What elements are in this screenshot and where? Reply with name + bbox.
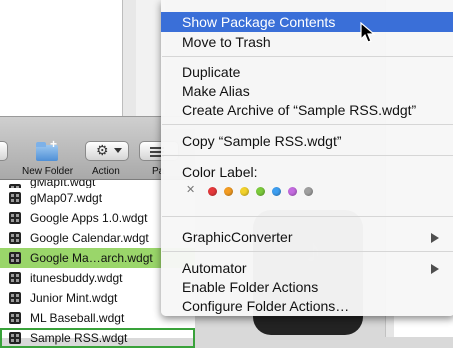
new-folder-label: New Folder <box>22 166 74 177</box>
file-name: Sample RSS.wdgt <box>30 331 128 345</box>
widget-file-icon <box>9 272 21 284</box>
menu-separator <box>162 216 453 217</box>
action-button[interactable]: ⚙ <box>85 141 129 161</box>
mouse-pointer-icon <box>360 22 376 43</box>
no-color-icon[interactable]: ✕ <box>186 183 195 196</box>
menu-item-copy[interactable]: Copy “Sample RSS.wdgt” <box>161 131 453 151</box>
submenu-arrow-icon <box>431 233 439 243</box>
menu-separator <box>162 124 453 125</box>
menu-item-duplicate[interactable]: Duplicate <box>161 62 453 82</box>
menu-item-configure-folder-actions[interactable]: Configure Folder Actions… <box>161 296 453 316</box>
file-name: gMapIt.wdgt <box>30 180 96 188</box>
widget-file-icon <box>9 232 21 244</box>
gear-icon: ⚙ <box>96 142 109 158</box>
menu-item-graphicconverter[interactable]: GraphicConverter <box>161 227 453 247</box>
widget-file-icon <box>9 252 21 264</box>
automator-label: Automator <box>182 260 247 276</box>
color-label-heading: Color Label: <box>182 164 258 180</box>
file-name: itunesbuddy.wdgt <box>30 271 123 285</box>
widget-file-icon <box>9 332 21 344</box>
file-name: Google Apps 1.0.wdgt <box>30 211 148 225</box>
menu-item-move-to-trash[interactable]: Move to Trash <box>161 32 453 52</box>
chevron-down-icon <box>114 148 122 153</box>
color-dot-gray[interactable] <box>304 187 313 196</box>
menu-item-make-alias[interactable]: Make Alias <box>161 81 453 101</box>
file-name: gMap07.wdgt <box>30 191 103 205</box>
action-label: Action <box>92 166 120 177</box>
color-dot-orange[interactable] <box>224 187 233 196</box>
nav-back-button[interactable] <box>0 141 8 161</box>
menu-item-show-package-contents[interactable]: Show Package Contents <box>161 12 453 32</box>
color-dot-blue[interactable] <box>272 187 281 196</box>
new-folder-icon[interactable]: + <box>36 137 60 161</box>
menu-separator <box>162 251 453 252</box>
graphicconverter-label: GraphicConverter <box>182 229 293 245</box>
color-dot-yellow[interactable] <box>240 187 249 196</box>
file-name: Google Ma…arch.wdgt <box>30 251 153 265</box>
color-dot-purple[interactable] <box>288 187 297 196</box>
menu-item-enable-folder-actions[interactable]: Enable Folder Actions <box>161 277 453 297</box>
color-dot-red[interactable] <box>208 187 217 196</box>
widget-file-icon <box>9 312 21 324</box>
file-row[interactable]: Sample RSS.wdgt <box>0 328 195 348</box>
file-name: Junior Mint.wdgt <box>30 291 118 305</box>
context-menu: Show Package Contents Move to Trash Dupl… <box>161 0 453 316</box>
menu-separator <box>162 56 453 57</box>
menu-separator <box>162 155 453 156</box>
widget-file-icon <box>9 192 21 204</box>
menu-item-automator[interactable]: Automator <box>161 258 453 278</box>
menu-item-create-archive[interactable]: Create Archive of “Sample RSS.wdgt” <box>161 100 453 120</box>
background-window-scrollbar[interactable] <box>122 0 137 120</box>
widget-file-icon <box>9 212 21 224</box>
file-name: Google Calendar.wdgt <box>30 231 149 245</box>
widget-file-icon <box>9 292 21 304</box>
color-dot-green[interactable] <box>256 187 265 196</box>
submenu-arrow-icon <box>431 264 439 274</box>
file-name: ML Baseball.wdgt <box>30 311 125 325</box>
